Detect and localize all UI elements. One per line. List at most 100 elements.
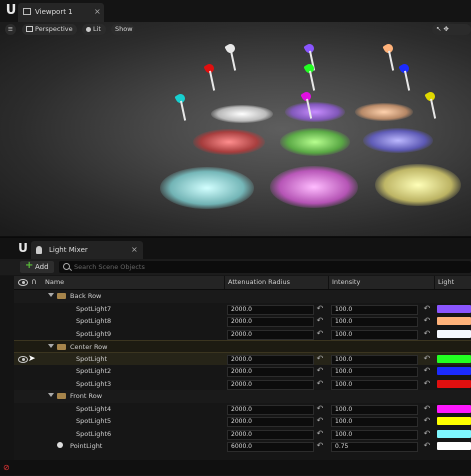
attenuation-field[interactable]: 2000.0 xyxy=(227,367,314,377)
reset-icon[interactable]: ↶ xyxy=(423,316,431,325)
reset-icon[interactable]: ↶ xyxy=(423,416,431,425)
tab-viewport-1[interactable]: Viewport 1 × xyxy=(18,3,104,22)
light-row[interactable]: SpotLight2 2000.0 ↶ 100.0 ↶ xyxy=(14,365,471,378)
reset-icon[interactable]: ↶ xyxy=(423,304,431,313)
search-box[interactable] xyxy=(59,261,471,273)
color-swatch[interactable] xyxy=(437,304,471,313)
select-icon[interactable]: ↖ xyxy=(436,25,441,33)
column-attenuation-radius[interactable]: Attenuation Radius xyxy=(225,276,327,289)
reset-icon[interactable]: ↶ xyxy=(316,329,324,338)
reset-icon[interactable]: ↶ xyxy=(316,416,324,425)
reset-icon[interactable]: ↶ xyxy=(316,429,324,438)
attenuation-field[interactable]: 2000.0 xyxy=(227,429,314,440)
search-input[interactable] xyxy=(74,261,454,273)
color-swatch[interactable] xyxy=(437,429,471,438)
expand-arrow-icon[interactable] xyxy=(48,393,54,397)
intensity-field[interactable]: 100.0 xyxy=(331,329,418,340)
folder-row-center[interactable]: Center Row xyxy=(14,340,471,353)
color-swatch[interactable] xyxy=(437,329,471,338)
intensity-field[interactable]: 100.0 xyxy=(331,429,418,440)
attenuation-field[interactable]: 2000.0 xyxy=(227,417,314,427)
intensity-field[interactable]: 0.75 xyxy=(331,442,418,452)
reset-icon[interactable]: ↶ xyxy=(316,316,324,325)
light-row[interactable]: SpotLight9 2000.0 ↶ 100.0 ↶ xyxy=(14,328,471,341)
reset-icon[interactable]: ↶ xyxy=(316,441,324,450)
folder-row-back[interactable]: Back Row xyxy=(14,290,471,303)
column-name[interactable]: Name xyxy=(42,276,222,289)
light-row[interactable]: PointLight 6000.0 ↶ 0.75 ↶ xyxy=(14,440,471,453)
transform-tools[interactable]: ↖ ✥ xyxy=(432,24,471,35)
reset-icon[interactable]: ↶ xyxy=(423,441,431,450)
spotlight-gizmo-icon[interactable] xyxy=(398,62,412,91)
spotlight-gizmo-icon[interactable] xyxy=(174,92,188,121)
light-row-selected[interactable]: ➤ SpotLight 2000.0 ↶ 100.0 ↶ xyxy=(14,352,471,365)
color-swatch[interactable] xyxy=(437,367,471,375)
reset-icon[interactable]: ↶ xyxy=(423,354,431,363)
spotlight-gizmo-icon[interactable] xyxy=(203,62,217,91)
color-swatch[interactable] xyxy=(437,442,471,450)
color-swatch[interactable] xyxy=(437,379,471,388)
visibility-eye-icon[interactable] xyxy=(18,279,28,286)
reset-icon[interactable]: ↶ xyxy=(423,379,431,388)
spotlight-gizmo-icon[interactable] xyxy=(382,42,396,71)
reset-icon[interactable]: ↶ xyxy=(316,379,324,388)
color-swatch[interactable] xyxy=(437,317,471,325)
expand-arrow-icon[interactable] xyxy=(48,293,54,297)
intensity-field[interactable]: 100.0 xyxy=(331,404,418,415)
reset-icon[interactable]: ↶ xyxy=(316,304,324,313)
light-row[interactable]: SpotLight5 2000.0 ↶ 100.0 ↶ xyxy=(14,415,471,428)
intensity-field[interactable]: 100.0 xyxy=(331,379,418,390)
attenuation-field[interactable]: 2000.0 xyxy=(227,304,314,315)
tab-viewport-label: Viewport 1 xyxy=(35,8,73,16)
color-swatch[interactable] xyxy=(437,354,471,363)
reset-icon[interactable]: ↶ xyxy=(316,354,324,363)
column-intensity[interactable]: Intensity xyxy=(329,276,435,289)
light-row[interactable]: SpotLight4 2000.0 ↶ 100.0 ↶ xyxy=(14,403,471,416)
close-icon[interactable]: × xyxy=(94,7,101,16)
attenuation-field[interactable]: 2000.0 xyxy=(227,404,314,415)
spotlight-gizmo-icon[interactable] xyxy=(224,42,238,71)
folder-row-front[interactable]: Front Row xyxy=(14,390,471,403)
viewport-3d[interactable]: ≡ Perspective Lit Show ↖ ✥ xyxy=(0,22,471,236)
spotlight-gizmo-icon[interactable] xyxy=(424,90,438,119)
add-button[interactable]: + Add xyxy=(20,260,54,273)
attenuation-field[interactable]: 6000.0 xyxy=(227,442,314,452)
close-icon[interactable]: × xyxy=(131,245,138,254)
attenuation-field[interactable]: 2000.0 xyxy=(227,317,314,327)
light-row[interactable]: SpotLight3 2000.0 ↶ 100.0 ↶ xyxy=(14,378,471,391)
color-swatch[interactable] xyxy=(437,404,471,413)
color-swatch[interactable] xyxy=(437,417,471,425)
light-pool-red xyxy=(193,129,265,155)
expand-arrow-icon[interactable] xyxy=(48,344,54,348)
light-row[interactable]: SpotLight7 2000.0 ↶ 100.0 ↶ xyxy=(14,303,471,316)
reset-icon[interactable]: ↶ xyxy=(316,366,324,375)
light-row[interactable]: SpotLight8 2000.0 ↶ 100.0 ↶ xyxy=(14,315,471,328)
column-light-color[interactable]: Light Color xyxy=(435,276,471,299)
reset-icon[interactable]: ↶ xyxy=(423,366,431,375)
lit-button[interactable]: Lit xyxy=(82,24,106,35)
menu-icon[interactable]: ≡ xyxy=(5,24,16,35)
intensity-field[interactable]: 100.0 xyxy=(331,417,418,427)
reset-icon[interactable]: ↶ xyxy=(423,404,431,413)
reset-icon[interactable]: ↶ xyxy=(423,429,431,438)
perspective-button[interactable]: Perspective xyxy=(22,24,77,35)
reset-icon[interactable]: ↶ xyxy=(423,329,431,338)
spotlight-gizmo-icon[interactable] xyxy=(300,90,314,119)
attenuation-field[interactable]: 2000.0 xyxy=(227,329,314,340)
light-row[interactable]: SpotLight6 2000.0 ↶ 100.0 ↶ xyxy=(14,428,471,441)
show-button[interactable]: Show xyxy=(111,24,135,35)
tab-light-mixer[interactable]: Light Mixer × xyxy=(31,241,143,259)
intensity-field[interactable]: 100.0 xyxy=(331,367,418,377)
reset-icon[interactable]: ↶ xyxy=(316,404,324,413)
spotlight-gizmo-icon[interactable] xyxy=(303,42,317,71)
intensity-field[interactable]: 100.0 xyxy=(331,317,418,327)
spotlight-gizmo-icon[interactable] xyxy=(303,62,317,91)
attenuation-field[interactable]: 2000.0 xyxy=(227,354,314,365)
visibility-eye-icon[interactable] xyxy=(18,355,28,363)
move-icon[interactable]: ✥ xyxy=(444,25,449,33)
status-icon[interactable]: ⊘ xyxy=(3,463,13,472)
folder-icon xyxy=(57,393,66,399)
intensity-field[interactable]: 100.0 xyxy=(331,304,418,315)
intensity-field[interactable]: 100.0 xyxy=(331,354,418,365)
attenuation-field[interactable]: 2000.0 xyxy=(227,379,314,390)
